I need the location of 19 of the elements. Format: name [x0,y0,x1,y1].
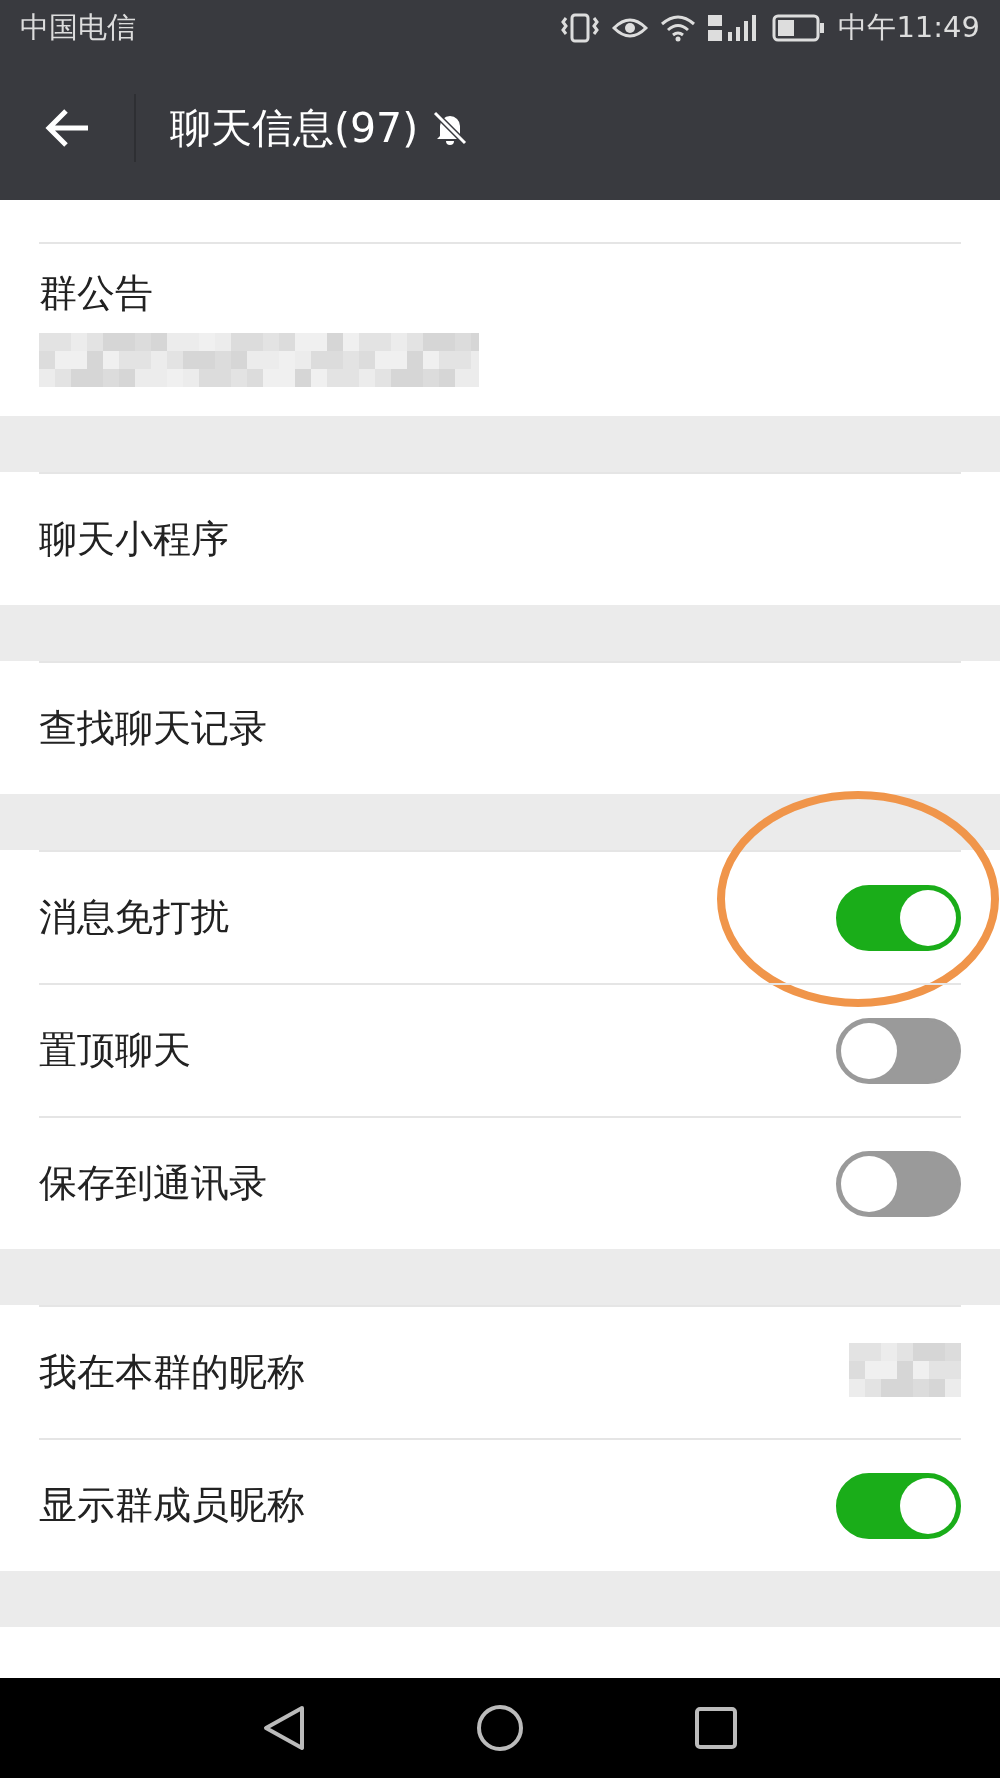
setting-label: 保存到通讯录 [39,1160,267,1207]
wifi-icon [660,14,697,42]
setting-label: 消息免打扰 [39,894,229,941]
back-arrow-icon [44,108,90,148]
settings-row[interactable]: 我在本群的昵称 [39,1305,961,1438]
clock-time: 中午11:49 [838,9,980,46]
setting-label: 置顶聊天 [39,1027,191,1074]
back-nav-button[interactable] [262,1704,306,1752]
setting-label: 群公告 [39,271,153,315]
carrier-name: 中国电信 [20,9,136,46]
setting-label: 显示群成员昵称 [39,1482,305,1529]
setting-label: 我在本群的昵称 [39,1349,305,1396]
home-nav-button[interactable] [476,1704,524,1752]
vibrate-icon [560,12,601,44]
battery-icon [772,14,827,42]
screen-title: 聊天信息(97) [170,102,419,154]
recents-nav-button[interactable] [694,1706,738,1750]
setting-label: 查找聊天记录 [39,705,267,752]
setting-label: 聊天小程序 [39,516,229,563]
